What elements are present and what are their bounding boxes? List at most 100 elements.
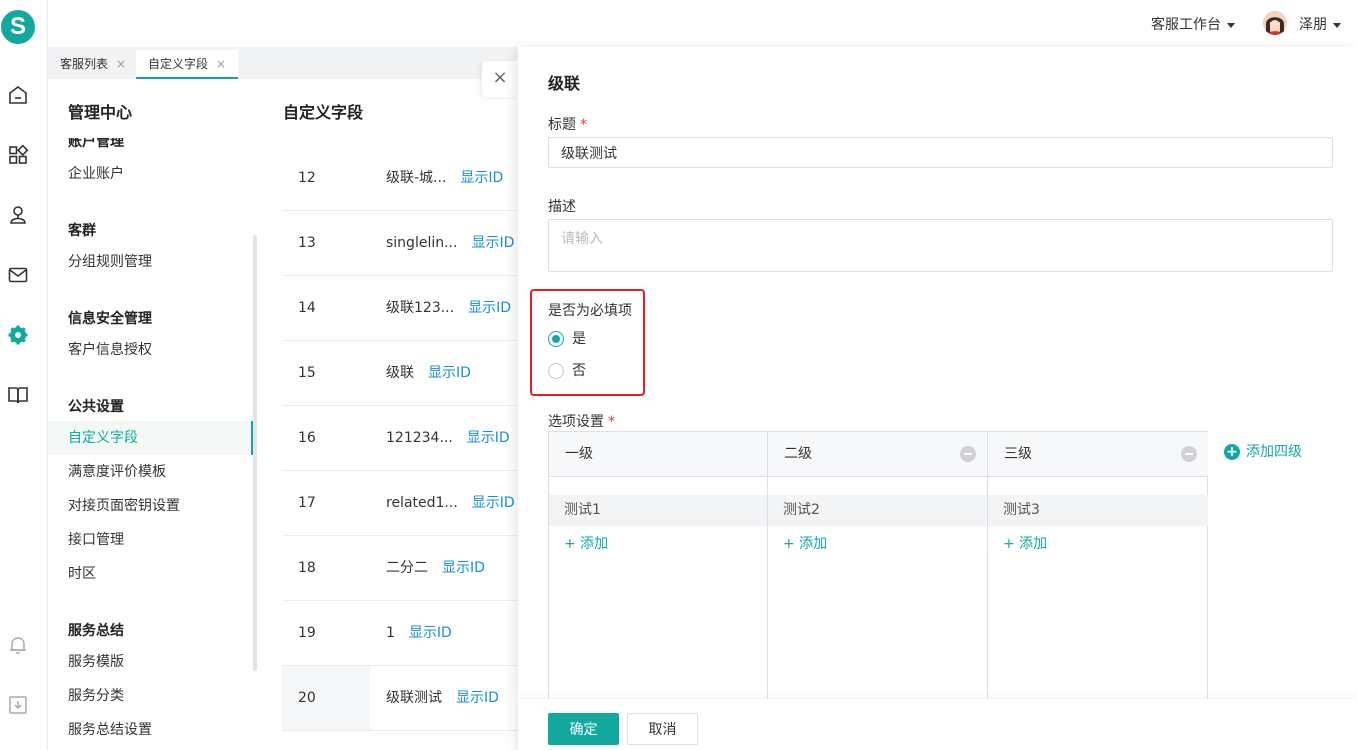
workspace-label: 客服工作台 <box>1151 17 1221 33</box>
tab-customer-list[interactable]: 客服列表 × <box>48 50 138 79</box>
add-option-button[interactable]: + 添加 <box>783 533 827 553</box>
chevron-down-icon <box>1333 22 1341 28</box>
title-input[interactable] <box>548 137 1333 168</box>
show-id-link[interactable]: 显示ID <box>428 365 471 381</box>
tab-label: 自定义字段 <box>148 57 209 71</box>
row-name: 级联 显示ID <box>386 341 471 405</box>
book-icon[interactable] <box>7 384 29 406</box>
list-item[interactable]: 17 related1... 显示ID <box>282 471 518 536</box>
close-icon[interactable]: × <box>216 57 226 71</box>
field-name: 二分二 <box>386 560 428 576</box>
row-name: 1 显示ID <box>386 601 452 665</box>
sidebar-item-service-template[interactable]: 服务模版 <box>48 645 253 679</box>
customers-icon[interactable] <box>7 204 29 226</box>
sidebar-title: 管理中心 <box>68 103 133 122</box>
radio-label: 否 <box>572 363 586 379</box>
radio-no[interactable]: 否 <box>548 363 586 383</box>
sidebar-item-satisfaction-template[interactable]: 满意度评价模板 <box>48 455 253 489</box>
apps-icon[interactable] <box>7 144 29 166</box>
list-item[interactable]: 16 121234... 显示ID <box>282 406 518 471</box>
list-item[interactable]: 12 级联-城... 显示ID <box>282 146 518 211</box>
row-name: 二分二 显示ID <box>386 536 485 600</box>
show-id-link[interactable]: 显示ID <box>460 170 503 186</box>
tab-custom-fields[interactable]: 自定义字段 × <box>136 50 238 79</box>
tab-label: 客服列表 <box>60 57 109 71</box>
logo: S <box>1 10 35 44</box>
edit-field-drawer: 级联 标题* 描述 是否为必填项 是 否 选项设置* 一级 测试1 + 添加 二… <box>518 47 1357 750</box>
field-name: 121234... <box>386 430 453 446</box>
row-name: singlelin... 显示ID <box>386 211 514 275</box>
remove-level-icon[interactable] <box>960 446 976 462</box>
show-id-link[interactable]: 显示ID <box>442 560 485 576</box>
bell-icon[interactable] <box>7 634 29 656</box>
level-option[interactable]: 测试2 <box>768 495 987 526</box>
row-name: 级联-城... 显示ID <box>386 146 503 210</box>
show-id-link[interactable]: 显示ID <box>409 625 452 641</box>
cancel-button[interactable]: 取消 <box>627 713 698 745</box>
required-star: * <box>580 117 587 133</box>
title-label: 标题 * <box>548 117 587 133</box>
add-level-label: 添加四级 <box>1246 444 1302 460</box>
level-option[interactable]: 测试1 <box>549 495 767 526</box>
row-number: 19 <box>298 625 316 641</box>
description-input[interactable] <box>548 219 1333 272</box>
list-item[interactable]: 18 二分二 显示ID <box>282 536 518 601</box>
list-item[interactable]: 19 1 显示ID <box>282 601 518 666</box>
add-option-button[interactable]: + 添加 <box>564 533 608 553</box>
row-name: 级联123... 显示ID <box>386 276 511 340</box>
home-icon[interactable] <box>7 84 29 106</box>
list-item[interactable]: 15 级联 显示ID <box>282 341 518 406</box>
settings-icon[interactable] <box>7 324 29 346</box>
list-item[interactable]: 13 singlelin... 显示ID <box>282 211 518 276</box>
show-id-link[interactable]: 显示ID <box>471 235 514 251</box>
field-name: 级联 <box>386 365 414 381</box>
avatar[interactable] <box>1263 11 1287 35</box>
row-number: 13 <box>298 235 316 251</box>
option-settings-label: 选项设置 * <box>548 414 615 430</box>
radio-yes[interactable]: 是 <box>548 331 586 351</box>
sidebar-item-timezone[interactable]: 时区 <box>48 557 253 591</box>
row-number: 18 <box>298 560 316 576</box>
level-header: 三级 <box>988 432 1208 477</box>
scrollbar[interactable] <box>253 235 257 671</box>
radio-circle[interactable] <box>548 331 564 347</box>
row-number: 14 <box>298 300 316 316</box>
close-icon[interactable]: × <box>482 61 518 97</box>
row-number: 16 <box>298 430 316 446</box>
level-option[interactable]: 测试3 <box>988 495 1208 526</box>
list-item[interactable]: 20 级联测试 显示ID <box>282 666 518 731</box>
field-name: 级联-城... <box>386 170 447 186</box>
show-id-link[interactable]: 显示ID <box>456 690 499 706</box>
add-option-button[interactable]: + 添加 <box>1003 533 1047 553</box>
close-icon[interactable]: × <box>116 57 126 71</box>
sidebar-item-api-management[interactable]: 接口管理 <box>48 523 253 557</box>
sidebar-item-service-summary-settings[interactable]: 服务总结设置 <box>48 713 253 747</box>
field-name: 级联测试 <box>386 690 442 706</box>
show-id-link[interactable]: 显示ID <box>467 430 510 446</box>
sidebar-item-customer-auth[interactable]: 客户信息授权 <box>48 333 253 367</box>
show-id-link[interactable]: 显示ID <box>472 495 515 511</box>
mail-icon[interactable] <box>7 264 29 286</box>
list-item[interactable]: 14 级联123... 显示ID <box>282 276 518 341</box>
user-menu[interactable]: 泽朋 <box>1299 14 1341 34</box>
sidebar-item-group-rules[interactable]: 分组规则管理 <box>48 245 253 279</box>
add-level-button[interactable]: + 添加四级 <box>1224 443 1302 461</box>
confirm-button[interactable]: 确定 <box>548 713 619 745</box>
remove-level-icon[interactable] <box>1181 446 1197 462</box>
description-label: 描述 <box>548 199 576 215</box>
plus-circle-icon: + <box>1224 444 1240 460</box>
download-icon[interactable] <box>7 694 29 716</box>
row-number: 15 <box>298 365 316 381</box>
field-name: singlelin... <box>386 235 458 251</box>
sidebar-group-heading: 服务总结 <box>68 623 124 639</box>
workspace-dropdown[interactable]: 客服工作台 <box>1151 14 1235 34</box>
radio-circle[interactable] <box>548 363 564 379</box>
sidebar-item-custom-fields[interactable]: 自定义字段 <box>48 421 253 455</box>
sidebar-item-page-key[interactable]: 对接页面密钥设置 <box>48 489 253 523</box>
sidebar-item-enterprise-account[interactable]: 企业账户 <box>48 157 253 191</box>
row-name: 级联测试 显示ID <box>386 666 499 730</box>
show-id-link[interactable]: 显示ID <box>468 300 511 316</box>
row-number: 17 <box>298 495 316 511</box>
sidebar-item-service-category[interactable]: 服务分类 <box>48 679 253 713</box>
sidebar-group-heading: 公共设置 <box>68 399 124 415</box>
